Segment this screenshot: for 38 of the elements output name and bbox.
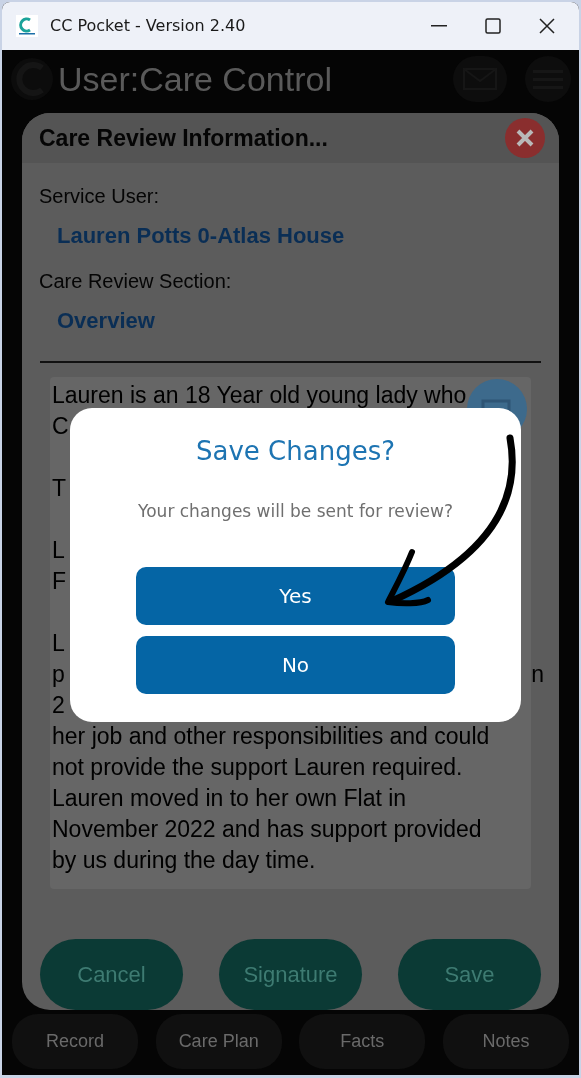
note-line: F: [52, 567, 67, 594]
close-icon: [515, 127, 535, 148]
note-line: November 2022 and has support provided: [52, 815, 482, 842]
note-line: Lauren is an 18 Year old young lady who: [52, 381, 467, 408]
note-line: her job and other responsibilities and could: [52, 722, 490, 749]
close-button[interactable]: [505, 117, 545, 158]
bottom-tab[interactable]: Record: [12, 1014, 138, 1069]
note-line: C: [52, 412, 69, 439]
dialog-title: Save Changes?: [196, 435, 395, 468]
close-icon[interactable]: [539, 18, 555, 34]
app-logo-icon: [16, 15, 38, 37]
field-value: Overview: [57, 306, 156, 335]
field-label: Care Review Section:: [39, 268, 233, 294]
dialog-button[interactable]: Yes: [136, 566, 455, 625]
card-title: Care Review Information...: [39, 123, 328, 153]
note-line: Lauren moved in to her own Flat in: [52, 784, 407, 811]
maximize-icon[interactable]: [485, 18, 501, 34]
minimize-icon[interactable]: [431, 25, 447, 27]
card-button[interactable]: Save: [398, 939, 541, 1010]
dialog-message: Your changes will be sent for review?: [138, 500, 453, 523]
note-line: by us during the day time.: [52, 846, 316, 873]
note-line: L: [52, 629, 65, 656]
note-line: n: [531, 659, 544, 689]
card-button[interactable]: Signature: [219, 939, 362, 1010]
field-value: Lauren Potts 0-Atlas House: [57, 221, 346, 250]
note-line: p: [52, 659, 65, 689]
note-line: 2: [52, 691, 65, 718]
note-line: not provide the support Lauren required.: [52, 753, 463, 780]
bottom-tab[interactable]: Facts: [299, 1014, 426, 1069]
bottom-tab[interactable]: Notes: [442, 1014, 569, 1069]
note-line: T: [52, 474, 67, 501]
dialog-button[interactable]: No: [136, 635, 455, 694]
card-button[interactable]: Cancel: [40, 939, 183, 1010]
field-label: Service User:: [39, 183, 161, 209]
window-title: CC Pocket - Version 2.40: [50, 15, 246, 37]
app-title: User:Care Control: [58, 58, 332, 100]
bottom-tab[interactable]: Care Plan: [155, 1014, 282, 1069]
note-line: L: [52, 536, 65, 563]
